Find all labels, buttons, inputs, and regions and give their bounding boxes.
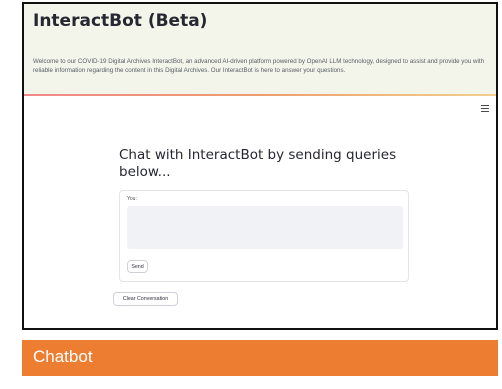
app-header: InteractBot (Beta) Welcome to our COVID-…: [24, 4, 496, 94]
app-title: InteractBot (Beta): [33, 11, 208, 31]
hamburger-menu-icon[interactable]: [481, 105, 489, 112]
chat-form: You: Send: [119, 190, 409, 282]
welcome-text: Welcome to our COVID-19 Digital Archives…: [33, 58, 485, 75]
clear-conversation-button[interactable]: Clear Conversation: [113, 292, 178, 306]
chat-heading: Chat with InteractBot by sending queries…: [119, 147, 397, 180]
input-label: You:: [127, 196, 137, 202]
send-button[interactable]: Send: [127, 260, 148, 273]
chat-input[interactable]: [127, 206, 403, 249]
app-window: InteractBot (Beta) Welcome to our COVID-…: [22, 2, 498, 330]
main-content: Chat with InteractBot by sending queries…: [24, 96, 496, 328]
caption-bar: Chatbot: [22, 340, 498, 376]
caption-text: Chatbot: [33, 347, 93, 366]
